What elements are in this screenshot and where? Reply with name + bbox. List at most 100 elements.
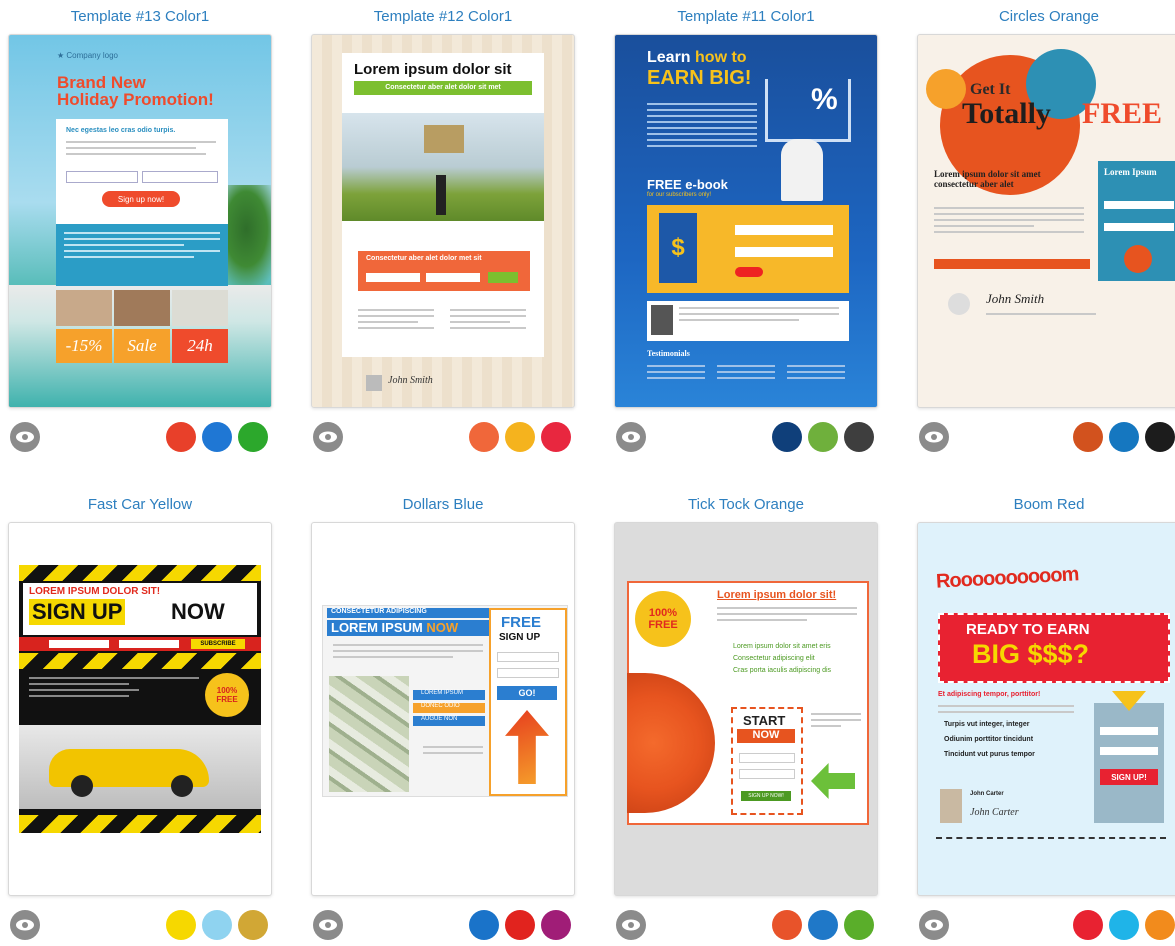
color-swatch[interactable]	[1073, 422, 1103, 452]
car-wheel-front	[71, 775, 93, 797]
template-title[interactable]: Template #12 Color1	[311, 8, 575, 25]
color-swatch[interactable]	[844, 910, 874, 940]
subscribe-button[interactable]: SUBSCRIBE	[191, 639, 245, 649]
headline-line-2: EARN BIG!	[647, 67, 752, 89]
template-title[interactable]: Boom Red	[917, 496, 1175, 513]
color-swatch[interactable]	[844, 422, 874, 452]
signup-sidebar: SIGN UP!	[1094, 691, 1164, 823]
template-title[interactable]: Fast Car Yellow	[8, 496, 272, 513]
signup-text: SIGN UP	[29, 599, 126, 625]
email-input[interactable]	[497, 668, 559, 678]
color-swatch[interactable]	[469, 910, 499, 940]
email-input[interactable]	[1100, 747, 1158, 755]
ebook-title: FREE e-book	[647, 177, 728, 192]
up-button[interactable]	[1124, 245, 1152, 273]
go-button[interactable]: GO!	[497, 686, 557, 700]
name-input[interactable]	[739, 753, 795, 763]
body-title: Lorem ipsum dolor sit amet consectetur a…	[934, 169, 1041, 189]
color-swatch[interactable]	[541, 910, 571, 940]
down-arrow-icon	[1112, 691, 1146, 711]
template-title[interactable]: Template #11 Color1	[614, 8, 878, 25]
color-swatch[interactable]	[166, 910, 196, 940]
name-input[interactable]	[1100, 727, 1158, 735]
person-image	[436, 175, 446, 215]
name-input[interactable]	[1104, 201, 1174, 209]
headline-learn: Learn	[647, 49, 691, 66]
color-swatch[interactable]	[772, 422, 802, 452]
dollar-bills-image	[329, 676, 409, 792]
color-swatch[interactable]	[238, 910, 268, 940]
name-input[interactable]	[497, 652, 559, 662]
color-swatch[interactable]	[1145, 910, 1175, 940]
template-title[interactable]: Circles Orange	[917, 8, 1175, 25]
color-swatch[interactable]	[166, 422, 196, 452]
color-swatches	[772, 910, 874, 940]
signup-button[interactable]: Sign up now!	[102, 191, 180, 207]
preview-eye-icon[interactable]	[919, 422, 949, 452]
color-swatch[interactable]	[808, 422, 838, 452]
name-input[interactable]	[366, 273, 420, 282]
go-label: GO!	[518, 688, 536, 698]
submit-button[interactable]	[488, 272, 518, 283]
color-swatch[interactable]	[1073, 910, 1103, 940]
signup-button-label: Sign up now!	[117, 194, 165, 204]
color-swatch[interactable]	[1109, 422, 1139, 452]
template-title[interactable]: Template #13 Color1	[8, 8, 272, 25]
avatar	[948, 293, 970, 315]
preview-eye-icon[interactable]	[313, 422, 343, 452]
template-title[interactable]: Tick Tock Orange	[614, 496, 878, 513]
woman-image	[781, 139, 823, 201]
color-swatch[interactable]	[238, 422, 268, 452]
template-preview[interactable]: LOREM IPSUM DOLOR SIT! SIGN UP NOW SUBSC…	[8, 522, 272, 896]
name-input[interactable]	[735, 225, 833, 235]
color-swatch[interactable]	[1145, 422, 1175, 452]
color-swatch[interactable]	[202, 910, 232, 940]
email-input[interactable]	[1104, 223, 1174, 231]
template-preview[interactable]: Get It Totally FREE Lorem ipsum dolor si…	[917, 34, 1175, 408]
name-input[interactable]	[119, 640, 179, 648]
preview-eye-icon[interactable]	[10, 910, 40, 940]
list-item: Turpis vut integer, integer	[944, 721, 1030, 728]
template-preview[interactable]: Lorem ipsum dolor sit Consectetur aber a…	[311, 34, 575, 408]
preview-eye-icon[interactable]	[616, 422, 646, 452]
color-swatch[interactable]	[808, 910, 838, 940]
preview-eye-icon[interactable]	[10, 422, 40, 452]
color-swatch[interactable]	[541, 422, 571, 452]
template-preview[interactable]: CONSECTETUR ADIPISCING LOREM IPSUM NOW L…	[311, 522, 575, 896]
subscribe-bar: SUBSCRIBE	[19, 637, 261, 651]
email-input[interactable]	[739, 769, 795, 779]
template-preview[interactable]: Roooooooooom READY TO EARN BIG $$$? Et a…	[917, 522, 1175, 896]
template-title[interactable]: Dollars Blue	[311, 496, 575, 513]
name-input[interactable]	[66, 171, 138, 183]
email-input[interactable]	[49, 640, 109, 648]
signup-button[interactable]	[735, 267, 763, 277]
preview-eye-icon[interactable]	[313, 910, 343, 940]
signup-button[interactable]: SIGN UP NOW!	[741, 791, 791, 801]
template-preview[interactable]: Learn how to EARN BIG! % FREE e-book for…	[614, 34, 878, 408]
hazard-stripe-bottom	[19, 815, 261, 833]
color-swatch[interactable]	[772, 910, 802, 940]
template-preview[interactable]: ★ Company logo Brand New Holiday Promoti…	[8, 34, 272, 408]
highlight-bar	[934, 259, 1090, 269]
email-input[interactable]	[735, 247, 833, 257]
signup-button[interactable]: SIGN UP!	[1100, 769, 1158, 785]
headline-panel: LOREM IPSUM DOLOR SIT! SIGN UP NOW	[23, 583, 257, 635]
color-swatch[interactable]	[505, 422, 535, 452]
big-money-text: BIG $$$?	[972, 639, 1090, 669]
email-input[interactable]	[142, 171, 218, 183]
hazard-stripe-top	[19, 565, 261, 581]
food-photo-3	[172, 290, 228, 326]
color-swatch[interactable]	[469, 422, 499, 452]
preview-eye-icon[interactable]	[616, 910, 646, 940]
color-swatch[interactable]	[1109, 910, 1139, 940]
color-swatch[interactable]	[202, 422, 232, 452]
author-photo	[940, 789, 962, 823]
hero-image	[342, 113, 544, 221]
signature: John Carter	[970, 807, 1019, 818]
headline: LOREM IPSUM NOW	[327, 620, 491, 636]
email-input[interactable]	[426, 273, 480, 282]
preview-eye-icon[interactable]	[919, 910, 949, 940]
color-swatch[interactable]	[505, 910, 535, 940]
template-preview[interactable]: 100% FREE Lorem ipsum dolor sit! Lorem ip…	[614, 522, 878, 896]
subheadline: Consectetur aber alet dolor sit met	[354, 81, 532, 95]
